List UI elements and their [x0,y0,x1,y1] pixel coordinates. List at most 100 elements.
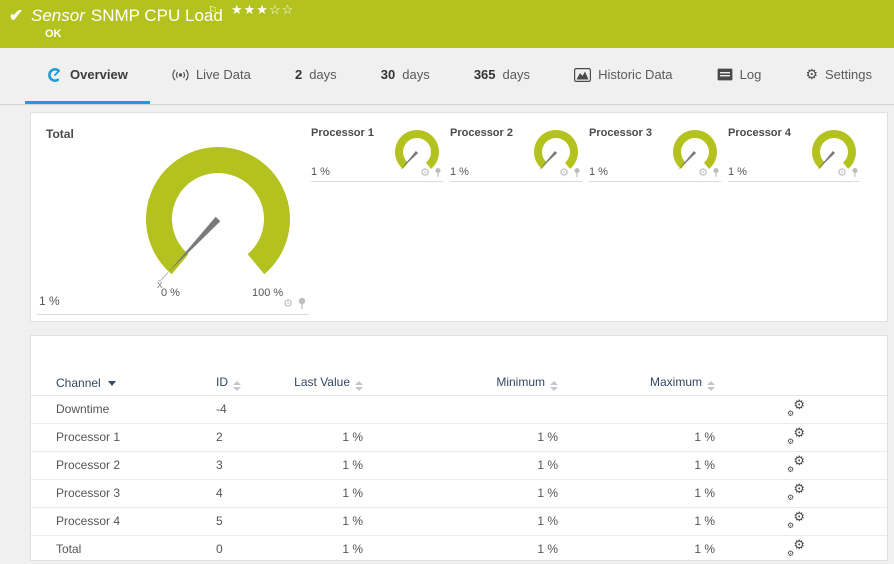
sensor-kind-label: Sensor [31,6,85,25]
channel-last-value: 1 % [291,535,363,563]
gauge-min-label: 0 % [161,287,180,299]
column-header-id[interactable]: ID [216,371,291,395]
gauges-panel: Total x̄ 0 % 100 % 1 % ⚙ Processor 1 1 %… [30,112,888,322]
processor-2-label: Processor 2 [450,127,513,139]
tab-label: Log [740,67,762,82]
table-row-processor-1: Processor 1 2 1 % 1 % 1 % ⚙⚙ [31,423,887,451]
processor-1-label: Processor 1 [311,127,374,139]
channels-table: Channel ID Last Value Minimum Maximum Do… [31,371,887,564]
processor-1-gauge-cell: Processor 1 1 % ⚙ [311,123,443,182]
page-title: SensorSNMP CPU Load [31,6,223,26]
column-header-minimum[interactable]: Minimum [363,371,558,395]
pin-icon[interactable] [712,167,720,178]
sort-desc-icon [108,381,116,386]
channel-minimum [363,395,558,423]
table-row-processor-4: Processor 4 5 1 % 1 % 1 % ⚙⚙ [31,507,887,535]
channel-settings-gears-icon[interactable]: ⚙⚙ [787,456,805,472]
gauge-icon [47,67,63,83]
total-gauge-value: 1 % [39,294,60,308]
tab-historic-data[interactable]: Historic Data [552,48,694,104]
column-header-actions [715,371,887,395]
channels-table-panel: Channel ID Last Value Minimum Maximum Do… [30,335,888,561]
channel-name: Downtime [31,395,216,423]
channel-minimum: 1 % [363,507,558,535]
processor-3-value: 1 % [589,166,608,178]
tab-30-days[interactable]: 30 days [359,48,452,104]
tab-number: 2 [295,67,302,82]
gear-icon: ⚙ [805,66,818,83]
channel-settings-gears-icon[interactable]: ⚙⚙ [787,540,805,556]
channel-last-value: 1 % [291,423,363,451]
processor-4-label: Processor 4 [728,127,791,139]
channel-maximum: 1 % [558,535,715,563]
status-badge: OK [45,28,62,40]
tab-label: Live Data [196,67,251,82]
channel-last-value [291,395,363,423]
channel-settings-gears-icon[interactable]: ⚙⚙ [787,428,805,444]
channel-maximum: 1 % [558,451,715,479]
column-header-channel[interactable]: Channel [31,371,216,395]
channel-maximum: 1 % [558,479,715,507]
column-header-maximum[interactable]: Maximum [558,371,715,395]
pin-icon[interactable] [297,297,307,310]
gauge-max-label: 100 % [252,287,283,299]
tab-overview[interactable]: Overview [25,48,150,104]
sort-icon [233,381,241,391]
channel-maximum: 1 % [558,423,715,451]
channel-minimum: 1 % [363,479,558,507]
channel-maximum: 1 % [558,507,715,535]
tab-settings[interactable]: ⚙ Settings [783,48,894,104]
priority-stars[interactable]: ★★★☆☆ [231,2,294,18]
processor-2-value: 1 % [450,166,469,178]
table-header-row: Channel ID Last Value Minimum Maximum [31,371,887,395]
channel-minimum: 1 % [363,535,558,563]
tab-365-days[interactable]: 365 days [452,48,552,104]
channel-name: Processor 2 [31,451,216,479]
channel-settings-gears-icon[interactable]: ⚙⚙ [787,512,805,528]
channel-name: Total [31,535,216,563]
flag-icon[interactable]: ⚐ [208,4,218,17]
channel-maximum [558,395,715,423]
tab-label: Overview [70,67,128,82]
tab-number: 365 [474,67,496,82]
sort-icon [707,381,715,391]
channel-last-value: 1 % [291,479,363,507]
channel-minimum: 1 % [363,451,558,479]
tab-label: days [503,67,530,82]
channel-id: 5 [216,507,291,535]
broadcast-icon [172,68,189,82]
gauge-settings-gear-icon[interactable]: ⚙ [559,166,569,179]
channel-id: 4 [216,479,291,507]
log-icon [717,68,733,81]
sensor-header: ✔ SensorSNMP CPU Load ⚐ ★★★☆☆ OK [0,0,894,48]
pin-icon[interactable] [573,167,581,178]
column-header-last-value[interactable]: Last Value [291,371,363,395]
tab-label: Historic Data [598,67,672,82]
channel-name: Processor 3 [31,479,216,507]
pin-icon[interactable] [434,167,442,178]
channel-last-value: 1 % [291,451,363,479]
gauge-settings-gear-icon[interactable]: ⚙ [837,166,847,179]
gauge-settings-gear-icon[interactable]: ⚙ [283,297,293,310]
channel-name: Processor 4 [31,507,216,535]
gauge-settings-gear-icon[interactable]: ⚙ [698,166,708,179]
tab-label: Settings [825,67,872,82]
channel-id: 3 [216,451,291,479]
tab-2-days[interactable]: 2 days [273,48,359,104]
channel-id: 2 [216,423,291,451]
processor-3-gauge-cell: Processor 3 1 % ⚙ [589,123,721,182]
gauge-settings-gear-icon[interactable]: ⚙ [420,166,430,179]
channel-settings-gears-icon[interactable]: ⚙⚙ [787,484,805,500]
total-gauge-label: Total [46,127,74,141]
processor-1-value: 1 % [311,166,330,178]
table-row-total: Total 0 1 % 1 % 1 % ⚙⚙ [31,535,887,563]
total-gauge-cell: Total x̄ 0 % 100 % 1 % ⚙ [37,113,309,315]
tab-log[interactable]: Log [695,48,784,104]
sort-icon [550,381,558,391]
channel-settings-gears-icon[interactable]: ⚙⚙ [787,400,805,416]
tab-live-data[interactable]: Live Data [150,48,273,104]
sort-icon [355,381,363,391]
processor-4-value: 1 % [728,166,747,178]
pin-icon[interactable] [851,167,859,178]
processor-4-gauge-cell: Processor 4 1 % ⚙ [728,123,860,182]
